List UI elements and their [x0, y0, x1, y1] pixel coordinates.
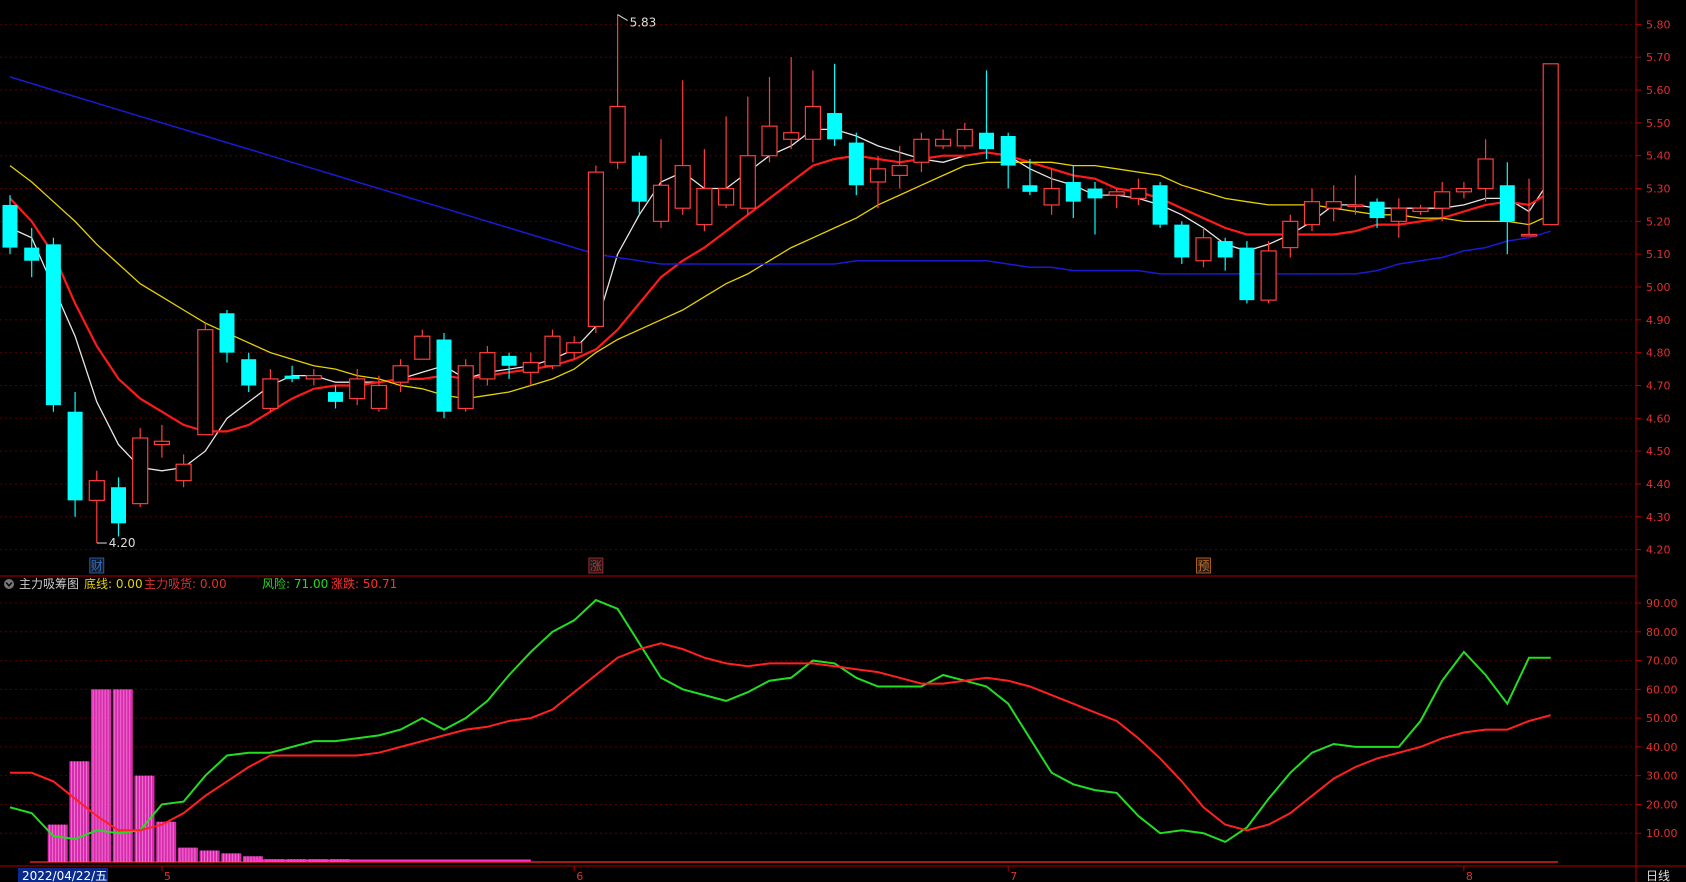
event-marker[interactable]: 财	[91, 559, 103, 573]
price-tick-label: 5.40	[1646, 150, 1671, 163]
price-tick-label: 5.50	[1646, 117, 1671, 130]
price-tick-label: 4.90	[1646, 314, 1671, 327]
indicator-tick-label: 20.00	[1646, 798, 1678, 811]
price-tick-label: 4.50	[1646, 445, 1671, 458]
price-tick-label: 5.60	[1646, 84, 1671, 97]
indicator-tick-label: 40.00	[1646, 741, 1678, 754]
legend-change: 涨跌: 50.71	[331, 576, 397, 591]
event-marker[interactable]: 预	[1198, 559, 1210, 573]
legend-risk: 风险: 71.00	[262, 576, 328, 591]
x-tick-label: 6	[576, 870, 583, 882]
candle	[1260, 241, 1277, 304]
low-price-label: 4.20	[109, 536, 136, 550]
candle	[436, 332, 452, 419]
price-tick-label: 5.80	[1646, 18, 1671, 31]
candle	[587, 165, 605, 333]
price-tick-label: 4.30	[1646, 511, 1671, 524]
legend-main-absorb: 主力吸货: 0.00	[144, 576, 227, 591]
x-tick-label: 5	[164, 870, 171, 882]
price-tick-label: 5.00	[1646, 281, 1671, 294]
price-tick-label: 4.70	[1646, 379, 1671, 392]
x-tick-label: 7	[1010, 870, 1017, 882]
candle	[45, 237, 61, 412]
x-tick-label: 8	[1466, 870, 1473, 882]
candle	[1542, 63, 1559, 226]
legend-bottom-line: 底线: 0.00	[84, 576, 143, 591]
candle	[1239, 241, 1255, 304]
indicator-title: 主力吸筹图	[19, 577, 79, 591]
cursor-date: 2022/04/22/五	[22, 869, 107, 882]
price-tick-label: 5.70	[1646, 51, 1671, 64]
price-tick-label: 4.60	[1646, 412, 1671, 425]
price-tick-label: 5.20	[1646, 215, 1671, 228]
candle	[132, 428, 149, 507]
indicator-tick-label: 80.00	[1646, 626, 1678, 639]
price-tick-label: 5.30	[1646, 183, 1671, 196]
indicator-tick-label: 70.00	[1646, 655, 1678, 668]
collapse-icon[interactable]	[4, 579, 14, 589]
indicator-tick-label: 10.00	[1646, 827, 1678, 840]
indicator-tick-label: 90.00	[1646, 597, 1678, 610]
candle	[197, 323, 214, 436]
candle	[457, 359, 474, 412]
high-price-label: 5.83	[630, 16, 657, 30]
price-tick-label: 4.20	[1646, 544, 1671, 557]
price-tick-label: 4.40	[1646, 478, 1671, 491]
indicator-legend: 主力吸筹图 底线: 0.00 主力吸货: 0.00 风险: 71.00 涨跌: …	[4, 576, 397, 591]
indicator-tick-label: 30.00	[1646, 770, 1678, 783]
indicator-tick-label: 50.00	[1646, 712, 1678, 725]
price-tick-label: 4.80	[1646, 347, 1671, 360]
event-marker[interactable]: 涨	[590, 558, 602, 573]
indicator-tick-label: 60.00	[1646, 683, 1678, 696]
price-tick-label: 5.10	[1646, 248, 1671, 261]
candle	[1152, 181, 1168, 228]
stock-chart: 4.20 4.30 4.40 4.50 4.60 4.70 4.80 4.90 5.00 5.10…	[0, 0, 1686, 882]
period-label[interactable]: 日线	[1646, 869, 1670, 882]
